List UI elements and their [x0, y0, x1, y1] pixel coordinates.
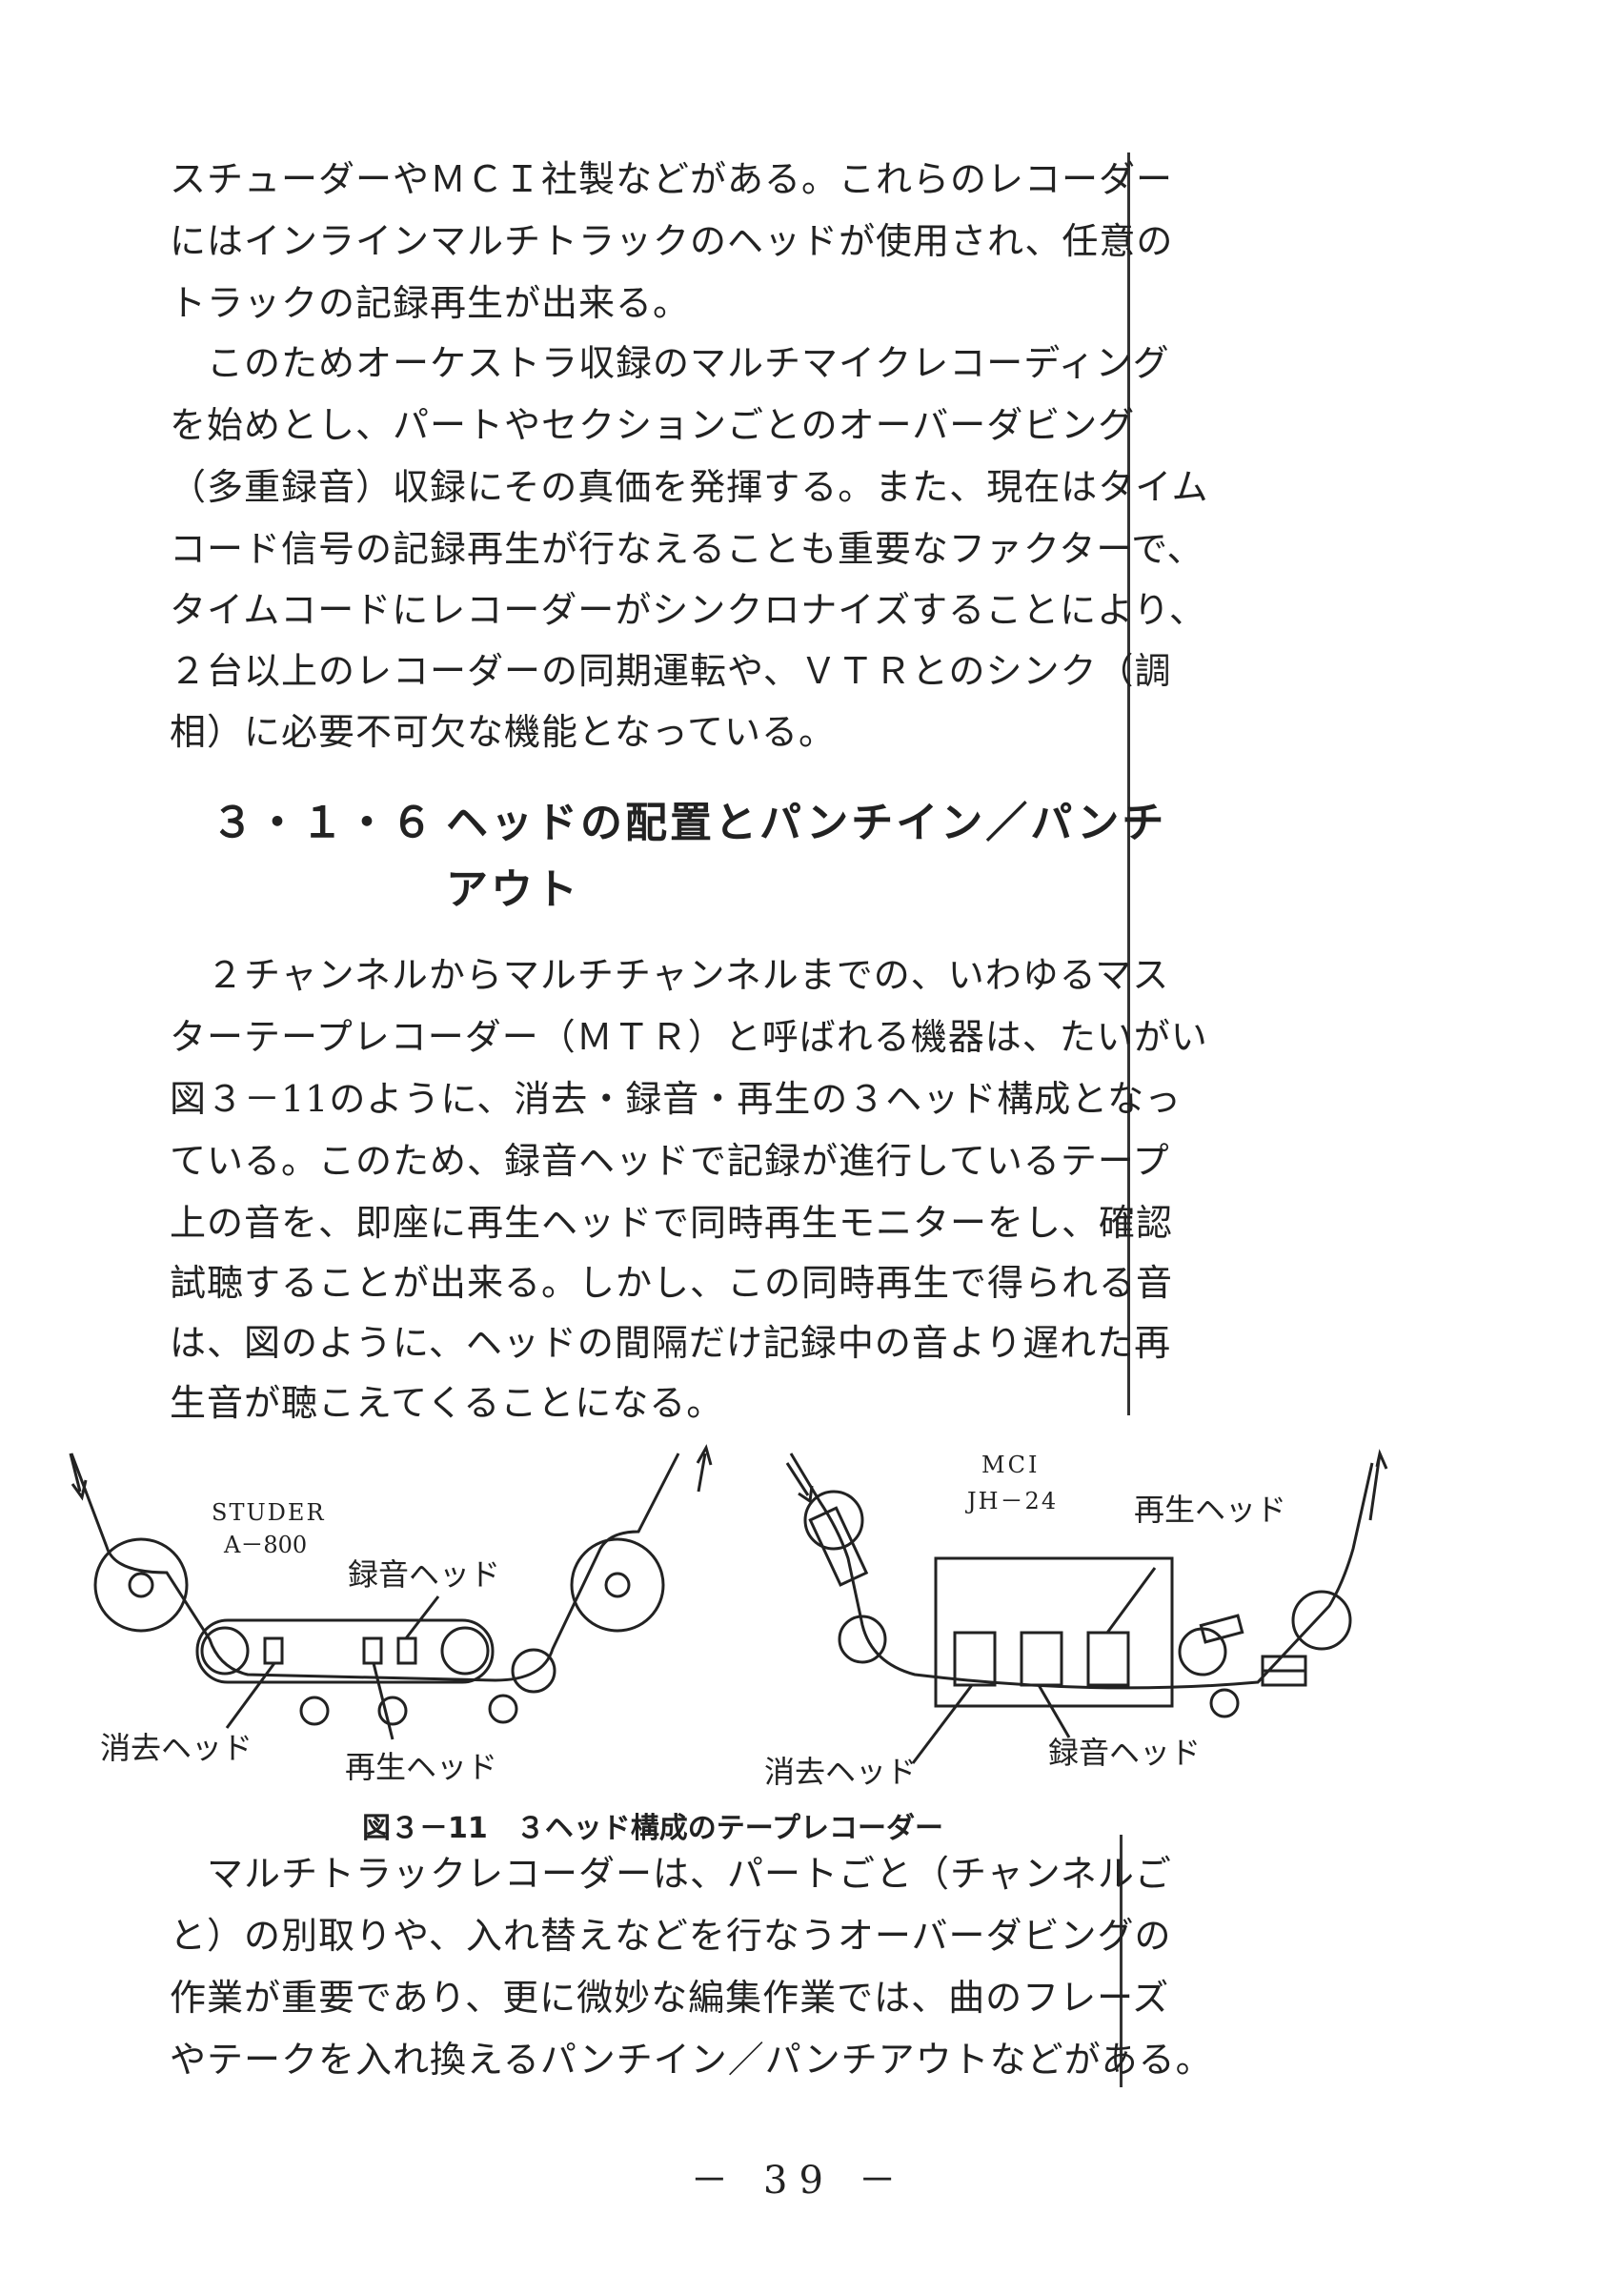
- text-line: ２チャンネルからマルチチャンネルまでの、いわゆるマス: [170, 954, 1170, 996]
- reel-left-takeup: [570, 1537, 665, 1633]
- guide-roller: [1209, 1688, 1240, 1718]
- text-line: トラックの記録再生が出来る。: [170, 282, 691, 324]
- right-record-head-label: 録音ヘッド: [1048, 1735, 1201, 1771]
- left-record-head-label: 録音ヘッド: [348, 1556, 500, 1593]
- section-title-line-1: ヘッドの配置とパンチイン／パンチ: [446, 799, 1167, 847]
- text-line: （多重録音）収録にその真価を発揮する。また、現在はタイム: [170, 466, 1209, 508]
- text-line: ２台以上のレコーダーの同期運転や、ＶＴＲとのシンク（調: [170, 650, 1172, 692]
- guide-roller: [128, 1572, 154, 1598]
- guide-roller: [200, 1626, 250, 1676]
- text-line: 生音が聴こえてくることになる。: [170, 1382, 724, 1424]
- play-head-block: [362, 1636, 383, 1665]
- studer-model-label: STUDER: [212, 1499, 326, 1526]
- supply-tension-arm: [808, 1506, 869, 1587]
- guide-roller: [488, 1694, 518, 1724]
- erase-head-block-right: [953, 1631, 997, 1687]
- guide-roller: [604, 1572, 631, 1598]
- guide-roller: [440, 1626, 490, 1676]
- reel-right-supply: [803, 1490, 864, 1551]
- left-erase-head-label: 消去ヘッド: [100, 1730, 253, 1766]
- text-line: 図３－11のように、消去・録音・再生の３ヘッド構成となっ: [170, 1078, 1183, 1120]
- tape-head-diagram: STUDER A－800 録音ヘッド 消去ヘッド 再生ヘッド MCI JH－24…: [69, 1444, 1388, 1790]
- erase-head-block: [263, 1636, 284, 1665]
- section-number: ３・１・６: [212, 799, 435, 847]
- text-line: コード信号の記録再生が行なえることも重要なファクターで、: [170, 528, 1204, 570]
- text-line: タイムコードにレコーダーがシンクロナイズすることにより、: [170, 589, 1206, 631]
- figure-caption: 図３－11 ３ヘッド構成のテープレコーダー: [362, 1812, 943, 1845]
- text-line: 作業が重要であり、更に微妙な編集作業では、曲のフレーズ: [170, 1977, 1170, 2019]
- text-line: ている。このため、録音ヘッドで記録が進行しているテープ: [170, 1140, 1170, 1182]
- guide-roller: [299, 1696, 330, 1726]
- text-line: 試聴することが出来る。しかし、この同時再生で得られる音: [170, 1262, 1174, 1304]
- studer-model-number: A－800: [223, 1532, 307, 1558]
- text-line: ターテープレコーダー（ＭＴＲ）と呼ばれる機器は、たいがい: [170, 1016, 1208, 1058]
- text-line: 上の音を、即座に再生ヘッドで同時再生モニターをし、確認: [170, 1202, 1174, 1244]
- text-line: 相）に必要不可欠な機能となっている。: [170, 711, 836, 753]
- text-line: は、図のように、ヘッドの間隔だけ記録中の音より遅れた再: [170, 1322, 1172, 1364]
- mci-model-number: JH－24: [964, 1488, 1058, 1514]
- text-line: スチューダーやＭＣＩ社製などがある。これらのレコーダー: [170, 158, 1174, 200]
- guide-roller: [511, 1648, 556, 1694]
- document-page: スチューダーやＭＣＩ社製などがある。これらのレコーダー にはインラインマルチトラ…: [0, 0, 1598, 2296]
- text-line: にはインラインマルチトラックのヘッドが使用され、任意の: [170, 220, 1174, 262]
- right-erase-head-label: 消去ヘッド: [764, 1754, 917, 1790]
- text-line: やテークを入れ換えるパンチイン／パンチアウトなどがある。: [170, 2039, 1213, 2081]
- text-line: このためオーケストラ収録のマルチマイクレコーディング: [170, 342, 1170, 384]
- left-play-head-label: 再生ヘッド: [345, 1749, 497, 1785]
- text-line: と）の別取りや、入れ替えなどを行なうオーバーダビングの: [170, 1915, 1172, 1957]
- section-title-line-2: アウト: [446, 865, 580, 914]
- text-line: を始めとし、パートやセクションごとのオーバーダビング: [170, 404, 1136, 446]
- mci-model-label: MCI: [981, 1452, 1040, 1478]
- reel-right-takeup: [1291, 1590, 1352, 1651]
- page-number: － 39 －: [690, 2159, 908, 2203]
- record-head-block-right: [1020, 1631, 1063, 1687]
- play-head-block-right: [1086, 1631, 1130, 1687]
- tape-path-right: [789, 1453, 1374, 1690]
- record-head-block: [396, 1636, 417, 1665]
- text-line: マルチトラックレコーダーは、パートごと（チャンネルご: [170, 1853, 1172, 1895]
- right-play-head-label: 再生ヘッド: [1134, 1492, 1286, 1528]
